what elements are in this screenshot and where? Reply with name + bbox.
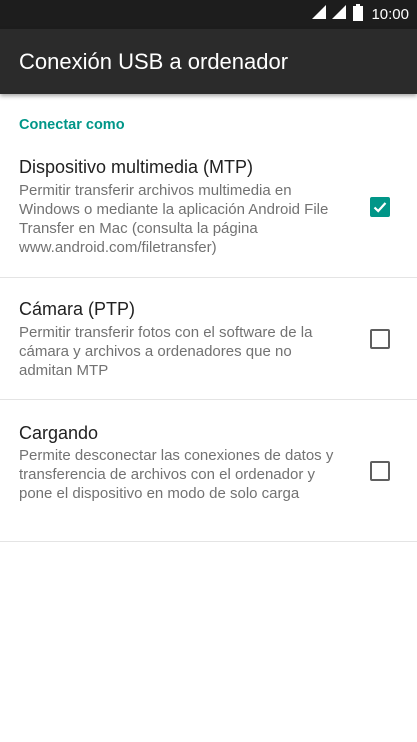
option-ptp[interactable]: Cámara (PTP) Permitir transferir fotos c… [0, 278, 417, 399]
option-summary: Permitir transferir archivos multimedia … [19, 182, 329, 256]
battery-icon [353, 3, 364, 26]
option-charging[interactable]: Cargando Permite desconectar las conexio… [0, 400, 417, 541]
option-title: Cargando [19, 423, 99, 443]
signal-icon [331, 4, 347, 25]
status-time: 10:00 [371, 6, 409, 23]
divider [0, 541, 417, 542]
option-mtp[interactable]: Dispositivo multimedia (MTP) Permitir tr… [0, 140, 417, 277]
status-bar: 10:00 [0, 0, 417, 29]
signal-icon [311, 4, 327, 25]
app-bar: Conexión USB a ordenador [0, 29, 417, 94]
option-title: Cámara (PTP) [19, 299, 136, 319]
checkmark-icon [373, 202, 387, 213]
option-title: Dispositivo multimedia (MTP) [19, 157, 254, 177]
section-header: Conectar como [19, 117, 125, 133]
status-icons: 10:00 [311, 0, 409, 29]
mtp-checkbox[interactable] [370, 197, 390, 217]
ptp-checkbox[interactable] [370, 329, 390, 349]
charging-checkbox[interactable] [370, 461, 390, 481]
option-summary: Permitir transferir fotos con el softwar… [19, 324, 313, 379]
option-summary: Permite desconectar las conexiones de da… [19, 447, 334, 502]
page-title: Conexión USB a ordenador [19, 49, 289, 74]
